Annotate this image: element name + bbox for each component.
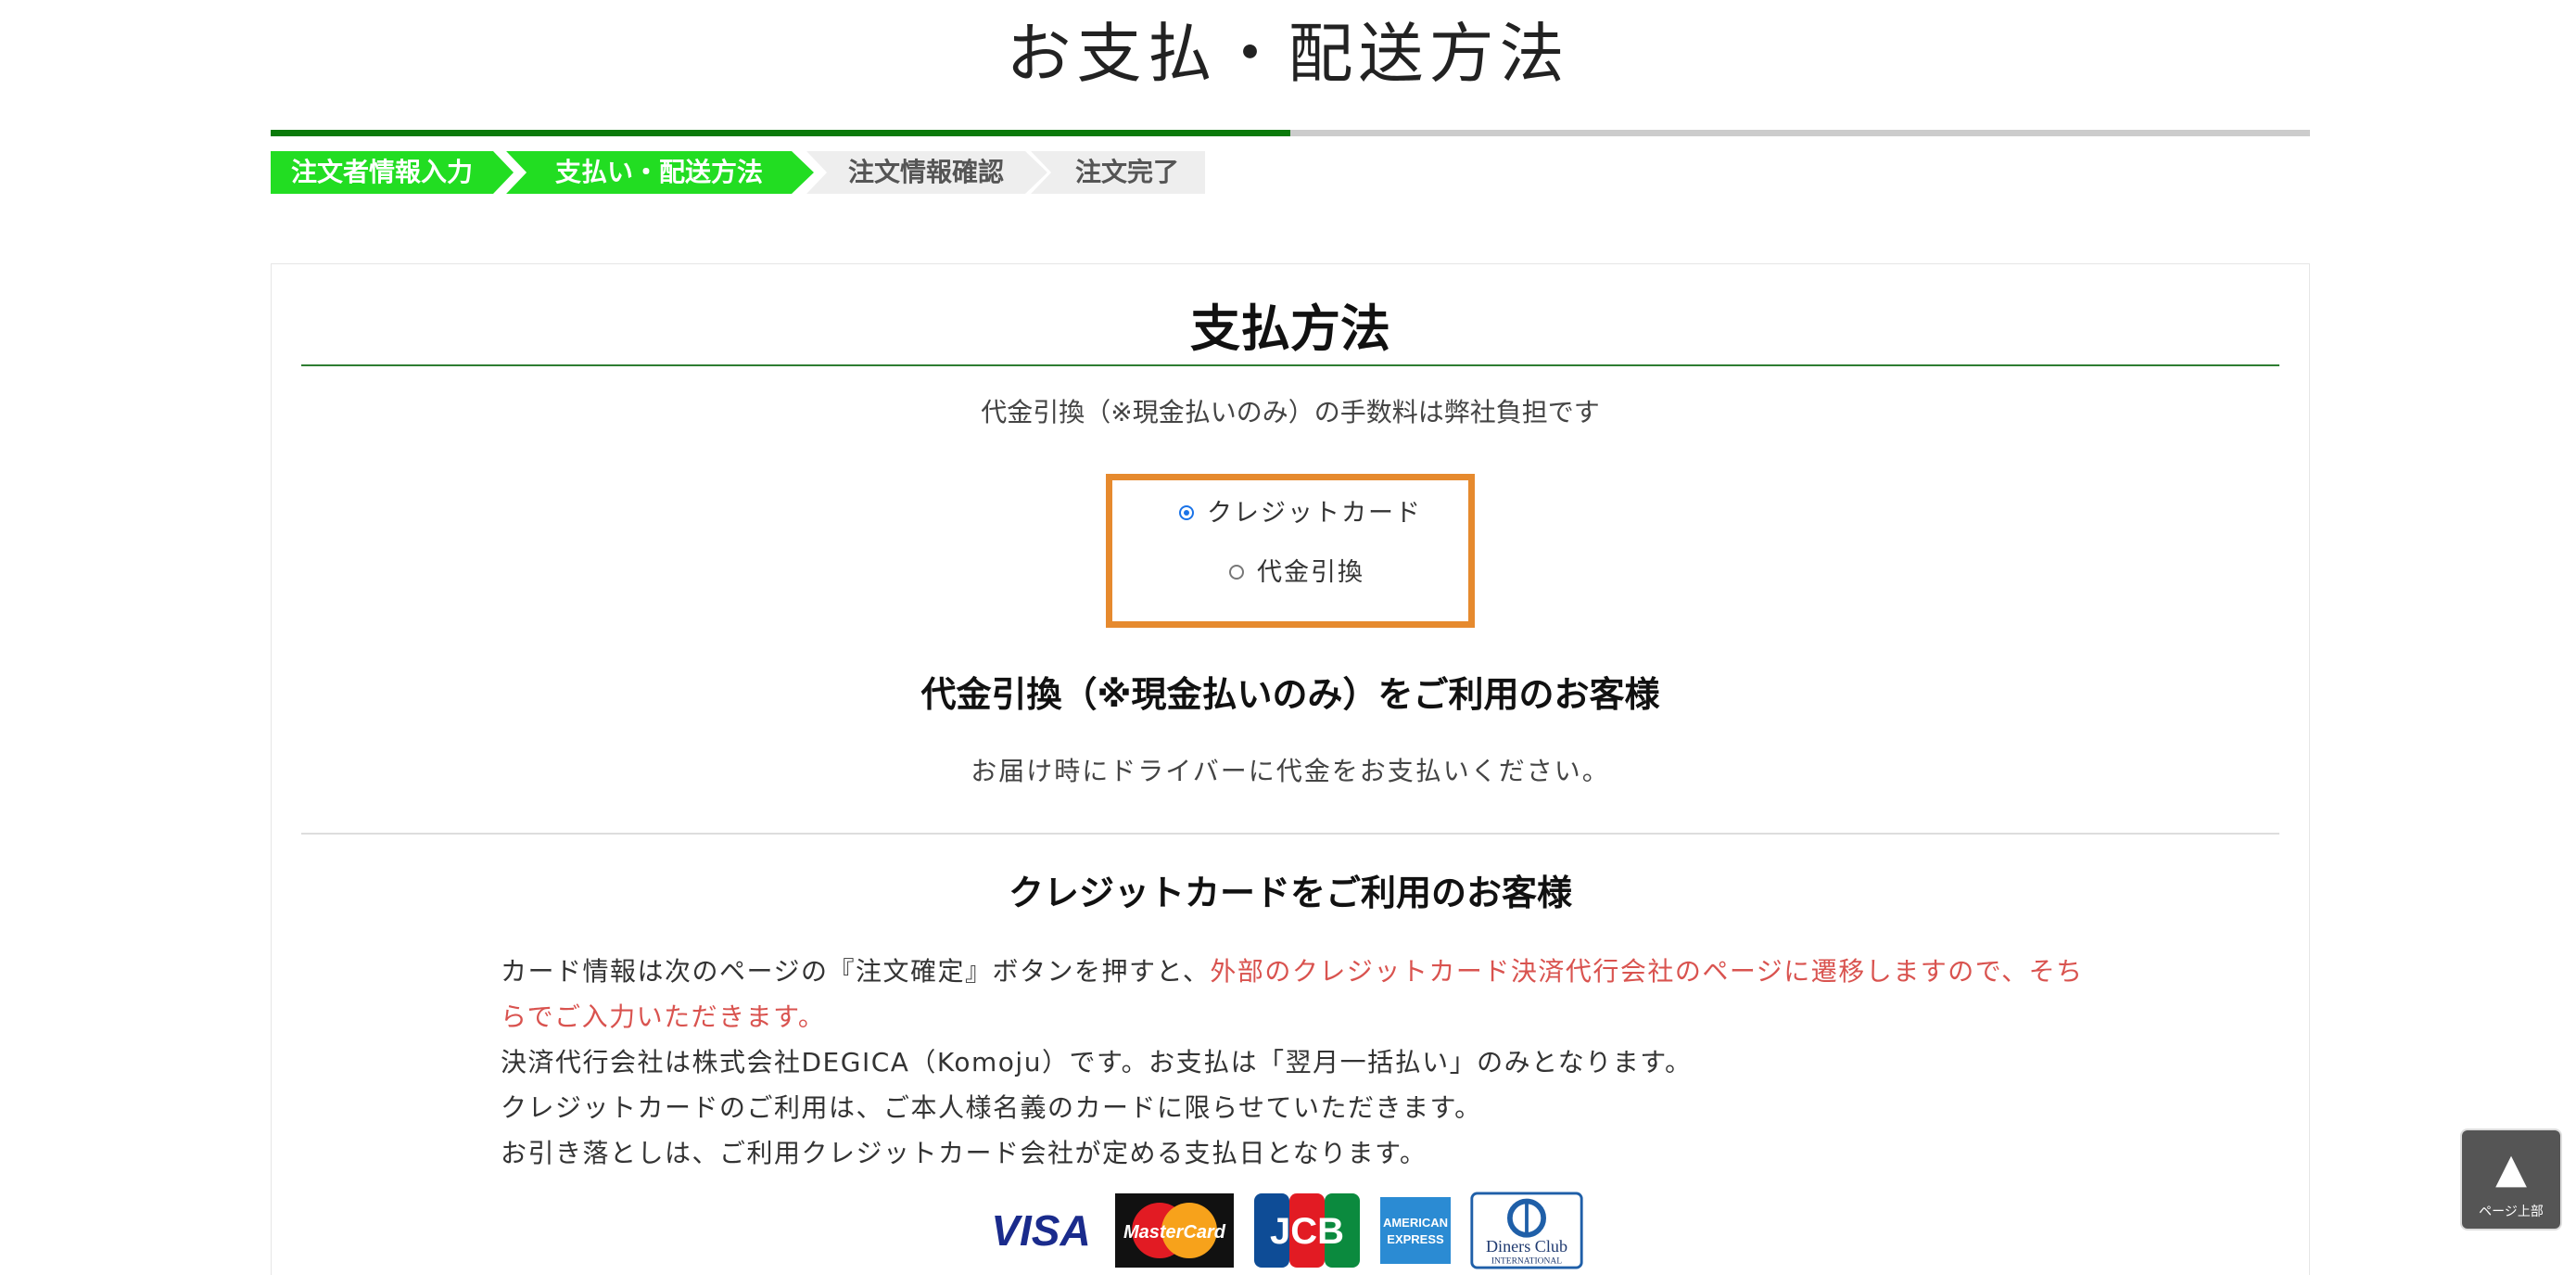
section-rule [301, 364, 2279, 366]
amex-logo: AMERICAN EXPRESS [1380, 1197, 1451, 1264]
card-text-line: お引き落としは、ご利用クレジットカード会社が定める支払日となります。 [501, 1138, 1428, 1168]
card-description: カード情報は次のページの『注文確定』ボタンを押すと、外部のクレジットカード決済代… [501, 949, 2095, 1176]
diners-club-logo: Diners Club INTERNATIONAL [1470, 1192, 1583, 1269]
page: お支払・配送方法 注文者情報入力 支払い・配送方法 注文情報確認 注文完了 支払… [0, 0, 2576, 1275]
amex-logo-text: AMERICAN [1383, 1216, 1448, 1230]
step-label: 注文情報確認 [847, 157, 1004, 187]
diners-logo-text: Diners Club [1486, 1237, 1567, 1256]
mastercard-logo: MasterCard [1115, 1193, 1234, 1268]
radio-button[interactable] [1229, 565, 1244, 580]
mastercard-logo-text: MasterCard [1123, 1222, 1226, 1243]
cod-heading: 代金引換（※現金払いのみ）をご利用のお客様 [920, 674, 1660, 715]
step-complete: 注文完了 [1029, 151, 1205, 194]
card-text-line: クレジットカードのご利用は、ご本人様名義のカードに限らせていただきます。 [501, 1092, 1482, 1123]
section-title: 支払方法 [1190, 300, 1390, 358]
amex-logo-text: EXPRESS [1387, 1232, 1444, 1246]
back-to-top-label[interactable]: ページ上部 [2462, 1205, 2560, 1219]
card-heading: クレジットカードをご利用のお客様 [1008, 873, 1572, 913]
step-confirm: 注文情報確認 [805, 151, 1047, 194]
step-label: 注文者情報入力 [290, 157, 473, 187]
fee-note: 代金引換（※現金払いのみ）の手数料は弊社負担です [981, 397, 1600, 427]
payment-method-selector: クレジットカード 代金引換 [1106, 474, 1475, 628]
progress-fill [271, 130, 1290, 136]
card-text-line: カード情報は次のページの『注文確定』ボタンを押すと、外部のクレジットカード決済代… [501, 949, 2095, 1039]
jcb-logo-text: JCB [1270, 1211, 1344, 1252]
card-text-line: 決済代行会社は株式会社DEGICA（Komoju）です。お支払は「翌月一括払い」… [501, 1047, 1693, 1077]
card-logos: VISA MasterCard JCB AMERICAN EXPRESS Din… [272, 1192, 2309, 1275]
radio-label[interactable]: 代金引換 [1257, 555, 1364, 592]
up-arrow-icon[interactable]: ▲ [2462, 1147, 2560, 1192]
jcb-logo: JCB [1254, 1193, 1360, 1268]
card-text-normal: カード情報は次のページの『注文確定』ボタンを押すと、 [501, 956, 1211, 987]
progress-track [271, 130, 2310, 136]
step-label: 支払い・配送方法 [554, 157, 763, 187]
payment-panel: 支払方法 代金引換（※現金払いのみ）の手数料は弊社負担です クレジットカード 代… [271, 263, 2310, 1275]
step-payment-shipping: 支払い・配送方法 [504, 151, 814, 194]
step-order-info: 注文者情報入力 [271, 151, 514, 194]
radio-label[interactable]: クレジットカード [1207, 495, 1422, 532]
page-title: お支払・配送方法 [1006, 16, 1570, 92]
radio-button-checked[interactable] [1179, 505, 1194, 520]
back-to-top-button[interactable]: ▲ ページ上部 [2462, 1130, 2560, 1229]
cod-text: お届け時にドライバーに代金をお支払いください。 [971, 756, 1610, 786]
diners-logo-text: INTERNATIONAL [1491, 1256, 1562, 1266]
visa-logo-text: VISA [991, 1206, 1090, 1255]
divider [301, 833, 2279, 835]
visa-logo: VISA [991, 1206, 1090, 1255]
step-label: 注文完了 [1074, 157, 1179, 187]
